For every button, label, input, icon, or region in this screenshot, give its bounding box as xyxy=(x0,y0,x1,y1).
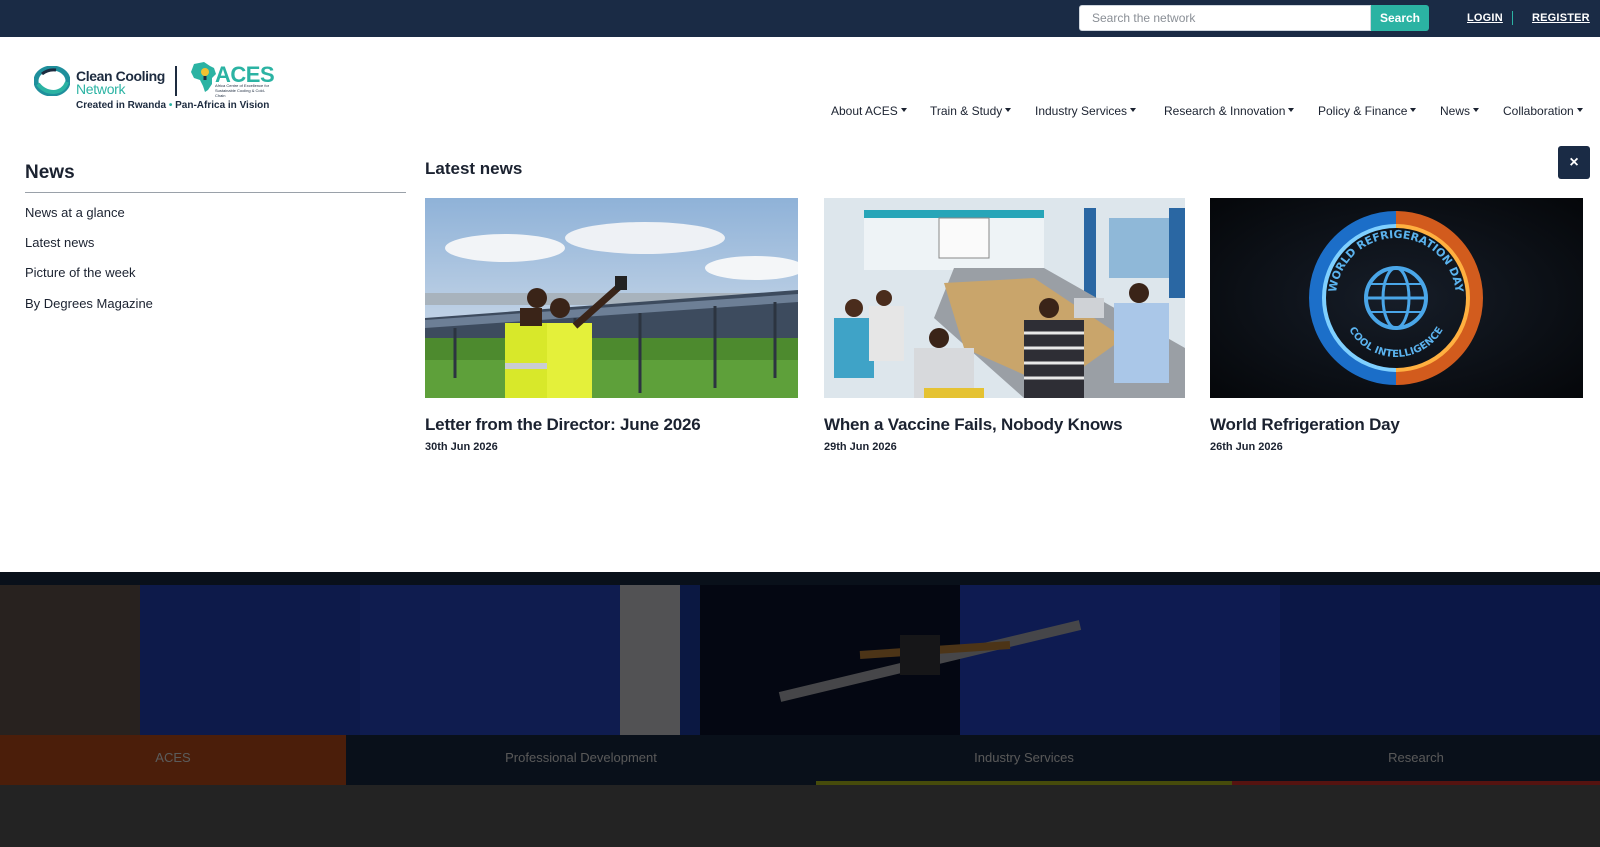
news-card-date: 30th Jun 2026 xyxy=(425,441,498,453)
nav-item-label: News xyxy=(1440,104,1471,118)
news-card-date: 29th Jun 2026 xyxy=(824,441,897,453)
news-card-title[interactable]: World Refrigeration Day xyxy=(1210,415,1583,435)
nav-item-label: Industry Services xyxy=(1035,104,1128,118)
menu-link-news-at-a-glance[interactable]: News at a glance xyxy=(25,205,125,220)
mega-menu-title: News xyxy=(25,162,75,183)
top-bar: Search LOGIN REGISTER xyxy=(0,0,1600,37)
caret-down-icon xyxy=(1473,107,1480,112)
auth-divider xyxy=(1512,11,1513,25)
news-card[interactable]: WORLD REFRIGERATION DAY COOL INTELLIGENC… xyxy=(1210,198,1583,453)
hero-banner xyxy=(0,585,1600,735)
menu-link-latest-news[interactable]: Latest news xyxy=(25,235,94,250)
search-form: Search xyxy=(1079,5,1429,31)
news-card-image[interactable] xyxy=(824,198,1185,398)
logo-divider xyxy=(175,66,177,96)
caret-down-icon xyxy=(900,107,907,112)
tab-research[interactable]: Research xyxy=(1232,735,1600,785)
tab-label: Research xyxy=(1388,750,1444,765)
mega-menu-divider xyxy=(25,192,406,193)
nav-item-label: About ACES xyxy=(831,104,898,118)
logo-text-network: Network xyxy=(76,81,126,97)
close-menu-button[interactable]: × xyxy=(1558,146,1590,179)
nav-item-label: Research & Innovation xyxy=(1164,104,1286,118)
latest-news-heading: Latest news xyxy=(425,159,523,178)
nav-item-train-study[interactable]: Train & Study xyxy=(930,104,1012,118)
search-input[interactable] xyxy=(1079,5,1371,31)
caret-down-icon xyxy=(1288,107,1295,112)
technicians-photo xyxy=(0,585,1600,735)
tab-professional-development[interactable]: Professional Development xyxy=(346,735,816,785)
caret-down-icon xyxy=(1576,107,1583,112)
tab-aces[interactable]: ACES xyxy=(0,735,346,785)
clean-cooling-swirl-icon xyxy=(34,66,70,96)
main-nav: About ACES Train & Study Industry Servic… xyxy=(0,104,1600,124)
caret-down-icon xyxy=(1005,107,1012,112)
nav-item-label: Policy & Finance xyxy=(1318,104,1408,118)
login-link[interactable]: LOGIN xyxy=(1467,12,1503,24)
workshop-photo xyxy=(824,198,1185,398)
search-button[interactable]: Search xyxy=(1371,5,1429,31)
content-area-placeholder xyxy=(0,785,1600,847)
section-divider-strip xyxy=(0,572,1600,585)
tab-label: Industry Services xyxy=(974,750,1074,765)
tab-label: ACES xyxy=(155,750,191,765)
nav-item-research-innovation[interactable]: Research & Innovation xyxy=(1164,104,1295,118)
nav-item-news[interactable]: News xyxy=(1440,104,1480,118)
tab-industry-services[interactable]: Industry Services xyxy=(816,735,1232,785)
caret-down-icon xyxy=(1410,107,1417,112)
caret-down-icon xyxy=(1130,107,1137,112)
nav-item-label: Train & Study xyxy=(930,104,1003,118)
news-card-date: 26th Jun 2026 xyxy=(1210,441,1283,453)
news-card-image[interactable] xyxy=(425,198,798,398)
news-mega-menu: News News at a glance Latest news Pictur… xyxy=(0,130,1600,572)
register-link[interactable]: REGISTER xyxy=(1532,12,1590,24)
world-refrigeration-day-graphic: WORLD REFRIGERATION DAY COOL INTELLIGENC… xyxy=(1210,198,1583,398)
nav-item-label: Collaboration xyxy=(1503,104,1574,118)
nav-item-about-aces[interactable]: About ACES xyxy=(831,104,907,118)
close-icon: × xyxy=(1569,154,1579,171)
nav-item-policy-finance[interactable]: Policy & Finance xyxy=(1318,104,1417,118)
nav-item-industry-services[interactable]: Industry Services xyxy=(1035,104,1137,118)
logo-text-aces-subtitle: Africa Centre of Excellence for Sustaina… xyxy=(215,83,270,98)
section-tabs: ACES Professional Development Industry S… xyxy=(0,735,1600,785)
news-card[interactable]: When a Vaccine Fails, Nobody Knows 29th … xyxy=(824,198,1185,453)
menu-link-picture-of-the-week[interactable]: Picture of the week xyxy=(25,265,136,280)
news-card-title[interactable]: Letter from the Director: June 2026 xyxy=(425,415,798,435)
tab-label: Professional Development xyxy=(505,750,657,765)
nav-item-collaboration[interactable]: Collaboration xyxy=(1503,104,1583,118)
news-card-title[interactable]: When a Vaccine Fails, Nobody Knows xyxy=(824,415,1185,435)
menu-link-by-degrees-magazine[interactable]: By Degrees Magazine xyxy=(25,296,153,311)
news-card[interactable]: Letter from the Director: June 2026 30th… xyxy=(425,198,798,453)
solar-farm-photo xyxy=(425,198,798,398)
news-card-image[interactable]: WORLD REFRIGERATION DAY COOL INTELLIGENC… xyxy=(1210,198,1583,398)
